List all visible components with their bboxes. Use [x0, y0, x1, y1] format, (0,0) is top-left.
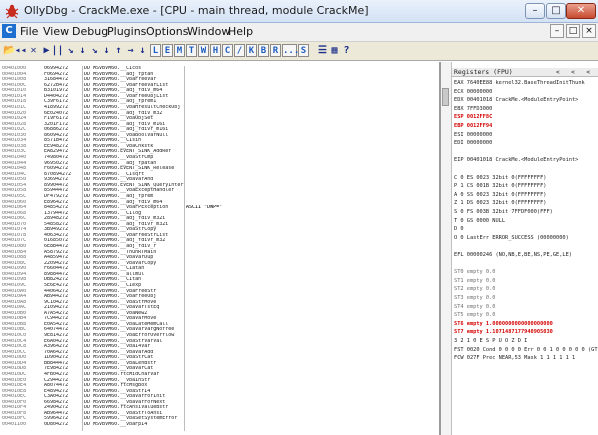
mdi-close-button[interactable]: ×: [582, 24, 596, 38]
title-bar: OllyDbg - CrackMe.exe - [CPU - main thre…: [0, 0, 598, 23]
ollydbg-bug-icon: [5, 4, 19, 19]
register-line[interactable]: EBX 7FFD3000: [454, 106, 492, 112]
cpu-window: 00401000 00401004 00401008 0040100C 00401010…: [0, 62, 598, 435]
register-line[interactable]: EAX 7640EE88 kernel32.BaseThreadInitThun…: [454, 80, 585, 86]
references-button[interactable]: R: [270, 44, 281, 57]
registers-pane[interactable]: Registers (FPU) < < < EAX 7640EE88 kerne…: [452, 62, 598, 435]
menu-bar: C File View Debug Plugins Options Window…: [0, 23, 598, 42]
mdi-minimize-button[interactable]: –: [550, 24, 564, 38]
close-button[interactable]: ✕: [566, 3, 596, 19]
window-title: OllyDbg - CrackMe.exe - [CPU - main thre…: [24, 4, 369, 17]
comment-column: ASCII "DWP=": [186, 66, 306, 211]
hex-cell[interactable]: 0D804272: [44, 422, 82, 428]
run-trace-button[interactable]: ...: [282, 44, 299, 57]
registers-header[interactable]: Registers (FPU) < < <: [452, 68, 598, 77]
register-line[interactable]: Z 1 DS 0023 32bit 0(FFFFFFFF): [454, 200, 546, 206]
pause-icon[interactable]: ||: [51, 44, 64, 57]
register-line[interactable]: EBP 0012FF94: [454, 123, 492, 129]
register-line[interactable]: S 0 FS 003B 32bit 7FFDF000(FFF): [454, 209, 553, 215]
register-line[interactable]: FST 0020 Cond 0 0 0 0 Err 0 0 1 0 0 0 0 …: [454, 347, 598, 353]
patches-button[interactable]: /: [234, 44, 245, 57]
address-cell[interactable]: 00401100: [2, 422, 44, 428]
register-line[interactable]: D 0: [454, 226, 464, 232]
register-line[interactable]: ST7 empty 1.1071487177940905030: [454, 329, 553, 335]
register-line[interactable]: ECX 00000000: [454, 89, 492, 95]
windows-button[interactable]: W: [198, 44, 209, 57]
breakpoints-button[interactable]: B: [258, 44, 269, 57]
register-line[interactable]: O 0 LastErr ERROR_SUCCESS (00000000): [454, 235, 569, 241]
register-line[interactable]: ST1 empty 0.0: [454, 278, 495, 284]
maximize-button[interactable]: □: [546, 3, 566, 19]
threads-button[interactable]: T: [186, 44, 197, 57]
menu-help[interactable]: Help: [228, 25, 253, 38]
log-window-button[interactable]: L: [150, 44, 161, 57]
register-line[interactable]: ST4 empty 0.0: [454, 304, 495, 310]
register-line[interactable]: EFL 00000246 (NO,NB,E,BE,NS,PE,GE,LE): [454, 252, 572, 258]
cpu-button[interactable]: C: [222, 44, 233, 57]
ascii-comment: ASCII "DWP=": [186, 205, 223, 211]
menu-file[interactable]: File: [20, 25, 38, 38]
register-line[interactable]: ST6 empty 1.0000000000000000000: [454, 321, 553, 327]
register-line[interactable]: ST3 empty 0.0: [454, 295, 495, 301]
call-stack-button[interactable]: K: [246, 44, 257, 57]
disassembly-pane[interactable]: 00401000 00401004 00401008 0040100C 00401010…: [0, 62, 441, 435]
handles-button[interactable]: H: [210, 44, 221, 57]
register-line[interactable]: C 0 ES 0023 32bit 0(FFFFFFFF): [454, 175, 546, 181]
restart-icon[interactable]: ◂◂: [14, 44, 27, 57]
register-line[interactable]: EDI 00000000: [454, 140, 492, 146]
register-line[interactable]: EDX 00401018 CrackMe.<ModuleEntryPoint>: [454, 97, 578, 103]
menu-plugins[interactable]: Plugins: [107, 25, 146, 38]
comment-cell[interactable]: DD MSVBVM60.__vbaFpI4: [84, 422, 184, 428]
register-line[interactable]: FCW 027F Prec NEAR,53 Mask 1 1 1 1 1 1: [454, 355, 575, 361]
memory-map-button[interactable]: M: [174, 44, 185, 57]
address-column: 00401000 00401004 00401008 0040100C 00401010…: [2, 66, 44, 428]
register-line[interactable]: ESP 0012FF8C: [454, 114, 492, 120]
register-line[interactable]: ESI 00000000: [454, 132, 492, 138]
registers-title: Registers (FPU): [454, 68, 513, 76]
source-button[interactable]: S: [298, 44, 309, 57]
menu-window[interactable]: Window: [187, 25, 230, 38]
register-line[interactable]: A 0 SS 0023 32bit 0(FFFFFFFF): [454, 192, 546, 198]
register-line[interactable]: 3 2 1 0 E S P U O Z D I: [454, 338, 527, 344]
toolbar: 📂 ◂◂ ✕ ▶ || ↘ ↓ ↘ ↓ ↑ → ↓ L E M T W H C …: [0, 42, 598, 61]
register-view-arrows[interactable]: < < <: [556, 68, 594, 77]
register-line[interactable]: EIP 00401018 CrackMe.<ModuleEntryPoint>: [454, 157, 578, 163]
scrollbar-thumb[interactable]: [442, 88, 449, 106]
help-icon[interactable]: ?: [340, 44, 353, 57]
disassembly-column: DD MSVBVM60.__CIcos DD MSVBVM60.__adj_fpt…: [84, 66, 185, 431]
close-program-icon[interactable]: ✕: [27, 44, 40, 57]
cpu-window-icon[interactable]: C: [2, 24, 16, 38]
register-line[interactable]: ST5 empty 0.0: [454, 312, 495, 318]
register-line[interactable]: ST0 empty 0.0: [454, 269, 495, 275]
register-line[interactable]: ST2 empty 0.0: [454, 286, 495, 292]
menu-debug[interactable]: Debug: [72, 25, 108, 38]
disassembly-scrollbar[interactable]: [441, 62, 452, 435]
executable-modules-button[interactable]: E: [162, 44, 173, 57]
animate-icon[interactable]: ↓: [136, 44, 149, 57]
menu-view[interactable]: View: [43, 25, 69, 38]
minimize-button[interactable]: –: [525, 3, 545, 19]
register-line[interactable]: P 1 CS 001B 32bit 0(FFFFFFFF): [454, 183, 546, 189]
mdi-restore-button[interactable]: □: [566, 24, 580, 38]
menu-options[interactable]: Options: [146, 25, 188, 38]
mdi-controls: – □ ×: [550, 24, 596, 38]
register-line[interactable]: T 0 GS 0000 NULL: [454, 218, 505, 224]
hex-dump-column: 06994272 F0694272 31684472 6272B472 B3101972…: [44, 66, 83, 431]
